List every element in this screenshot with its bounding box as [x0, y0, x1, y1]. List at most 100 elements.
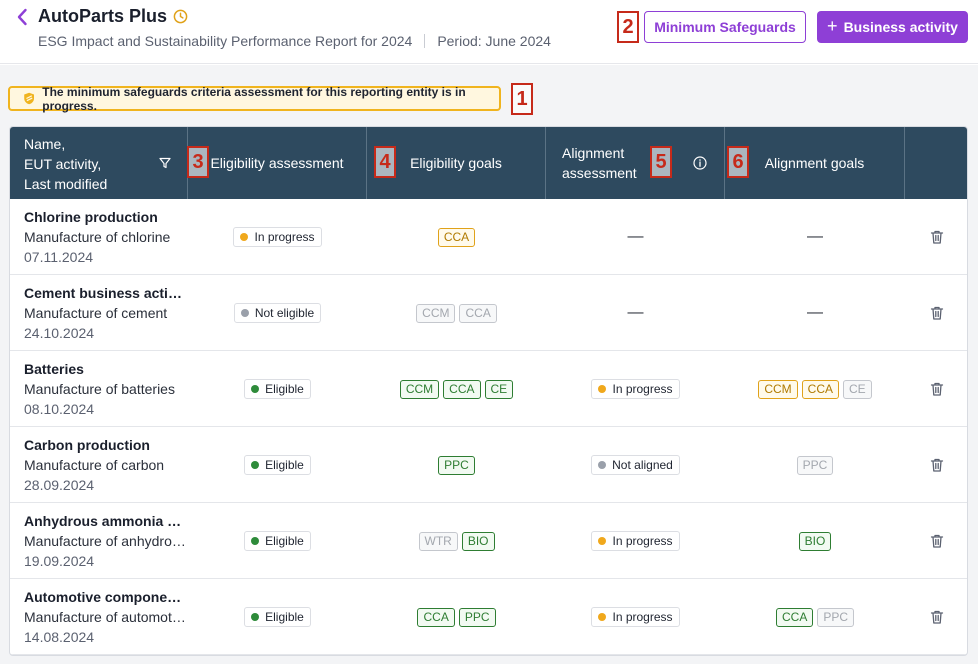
eligibility-goal-tag-cca: CCA	[443, 379, 481, 399]
eligibility-goals-cell: CCA PPC	[367, 579, 546, 655]
column-header-name-line2: EUT activity,	[24, 156, 102, 172]
info-icon[interactable]	[693, 156, 707, 170]
alignment-goal-tag-ppc: PPC	[817, 607, 855, 627]
eut-activity: Manufacture of anhydrous ammonia	[24, 533, 188, 549]
activity-name[interactable]: Cement business activity	[24, 283, 188, 303]
alignment-status-badge-dot	[598, 537, 607, 545]
main-content: The minimum safeguards criteria assessme…	[0, 65, 978, 664]
alignment-status-badge: Not aligned	[591, 455, 680, 475]
column-header-eligibility-assessment-label: Eligibility assessment	[210, 155, 344, 171]
subtitle-divider	[424, 34, 426, 48]
eligibility-goal-tag-ce: CE	[484, 379, 514, 399]
eligibility-status-badge-label: In progress	[254, 230, 315, 244]
last-modified-date: 14.08.2024	[24, 629, 95, 645]
eligibility-assessment-cell: Not eligible	[188, 275, 367, 351]
alignment-goals-cell: —	[725, 199, 905, 275]
alignment-goals-empty: —	[807, 228, 823, 245]
shield-progress-icon	[24, 92, 35, 105]
safeguards-alert: The minimum safeguards criteria assessme…	[8, 85, 501, 113]
alignment-status-badge-label: In progress	[612, 534, 673, 548]
alignment-goals-empty: —	[807, 304, 823, 321]
eut-activity: Manufacture of cement	[24, 305, 168, 321]
alignment-goal-tag-ccm: CCM	[758, 379, 798, 399]
actions-cell	[905, 579, 967, 655]
alignment-goals-cell: PPC	[725, 427, 905, 503]
eligibility-status-badge: Eligible	[244, 531, 311, 551]
alignment-goal-tag-bio: BIO	[798, 531, 832, 551]
minimum-safeguards-button[interactable]: Minimum Safeguards	[644, 11, 806, 43]
last-modified-date: 24.10.2024	[24, 325, 95, 341]
eligibility-status-badge-dot	[240, 233, 249, 241]
eligibility-goal-tag-cca: CCA	[437, 227, 476, 247]
last-modified-date: 07.11.2024	[24, 249, 94, 265]
annotation-marker-6: 6	[727, 146, 749, 178]
eligibility-goal-tag-cca: CCA	[459, 303, 497, 323]
column-header-name[interactable]: Name, EUT activity, Last modified	[10, 127, 188, 199]
activity-name[interactable]: Chlorine production	[24, 207, 188, 227]
add-business-activity-label: Business activity	[843, 19, 958, 35]
column-header-name-line3: Last modified	[24, 176, 108, 192]
delete-trash-icon[interactable]	[929, 609, 945, 625]
eligibility-status-badge-label: Eligible	[265, 534, 304, 548]
eligibility-status-badge-dot	[251, 461, 260, 469]
annotation-marker-3: 3	[187, 146, 209, 178]
table-row[interactable]: Cement business activity Manufacture of c…	[10, 275, 967, 351]
alignment-assessment-cell: In progress	[546, 351, 725, 427]
actions-cell	[905, 275, 967, 351]
table-row[interactable]: Anhydrous ammonia production Manufacture …	[10, 503, 967, 579]
table-row[interactable]: Batteries Manufacture of batteries 08.10.2…	[10, 351, 967, 427]
delete-trash-icon[interactable]	[929, 229, 945, 245]
delete-trash-icon[interactable]	[929, 381, 945, 397]
table-row[interactable]: Chlorine production Manufacture of chlori…	[10, 199, 967, 275]
alignment-assessment-cell: Not aligned	[546, 427, 725, 503]
alignment-status-badge: In progress	[591, 607, 680, 627]
eligibility-status-badge-dot	[251, 613, 260, 621]
actions-cell	[905, 199, 967, 275]
page-title: AutoParts Plus	[38, 6, 188, 27]
activity-name-cell: Anhydrous ammonia production Manufacture …	[24, 503, 188, 579]
activity-name-cell: Chlorine production Manufacture of chlori…	[24, 199, 188, 275]
column-header-alignment-goals[interactable]: Alignment goals	[725, 127, 905, 199]
eligibility-goal-tag-ccm: CCM	[416, 303, 456, 323]
alignment-assessment-cell: —	[546, 199, 725, 275]
eligibility-goal-tag-ccm: CCM	[399, 379, 440, 399]
delete-trash-icon[interactable]	[929, 457, 945, 473]
eligibility-goal-tag-cca: CCA	[417, 607, 455, 627]
column-header-alignment-assessment[interactable]: Alignment assessment	[546, 127, 725, 199]
delete-trash-icon[interactable]	[929, 533, 945, 549]
column-header-actions	[905, 127, 967, 199]
annotation-marker-5: 5	[650, 146, 672, 178]
eligibility-status-badge: Eligible	[244, 379, 311, 399]
activity-name[interactable]: Anhydrous ammonia production	[24, 511, 188, 531]
back-chevron-icon[interactable]	[14, 8, 32, 26]
column-header-alignment-goals-label: Alignment goals	[764, 155, 865, 171]
alignment-status-badge-label: In progress	[612, 382, 673, 396]
eligibility-assessment-cell: Eligible	[188, 503, 367, 579]
activity-name-cell: Batteries Manufacture of batteries 08.10.2…	[24, 351, 188, 427]
report-subtitle: ESG Impact and Sustainability Performanc…	[38, 33, 551, 49]
alignment-status-badge-dot	[598, 385, 607, 393]
column-header-eligibility-assessment[interactable]: Eligibility assessment	[188, 127, 367, 199]
add-business-activity-button[interactable]: + Business activity	[817, 11, 968, 43]
eligibility-goals-cell: CCM CCA CE	[367, 351, 546, 427]
eligibility-status-badge: In progress	[233, 227, 322, 247]
page-title-text: AutoParts Plus	[38, 6, 168, 26]
eligibility-assessment-cell: Eligible	[188, 351, 367, 427]
alignment-status-badge-dot	[598, 613, 607, 621]
delete-trash-icon[interactable]	[929, 305, 945, 321]
eligibility-goals-cell: CCA	[367, 199, 546, 275]
table-header: Name, EUT activity, Last modified Eligib…	[10, 127, 967, 199]
alignment-status-empty: —	[627, 228, 644, 245]
activities-table: Name, EUT activity, Last modified Eligib…	[9, 126, 968, 656]
table-row[interactable]: Automotive components Manufacture of auto…	[10, 579, 967, 655]
activity-name[interactable]: Automotive components	[24, 587, 188, 607]
eligibility-status-badge: Not eligible	[233, 303, 322, 323]
filter-icon[interactable]	[159, 157, 171, 169]
eligibility-status-badge: Eligible	[244, 607, 311, 627]
table-row[interactable]: Carbon production Manufacture of carbon 28…	[10, 427, 967, 503]
alignment-goal-tag-cca: CCA	[801, 379, 839, 399]
last-modified-date: 08.10.2024	[24, 401, 95, 417]
activity-name[interactable]: Batteries	[24, 359, 188, 379]
actions-cell	[905, 351, 967, 427]
activity-name[interactable]: Carbon production	[24, 435, 188, 455]
